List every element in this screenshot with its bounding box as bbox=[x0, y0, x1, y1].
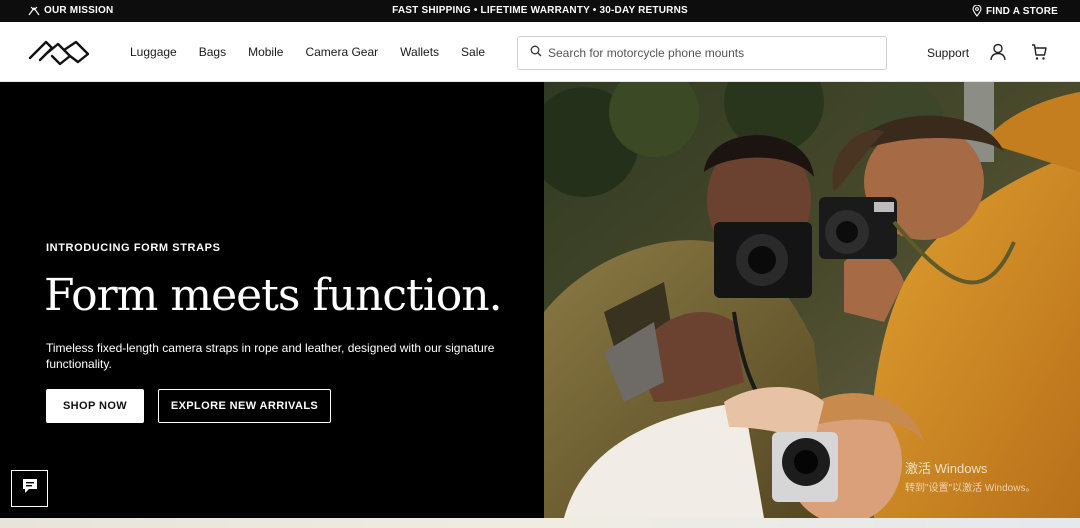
os-taskbar-strip bbox=[0, 518, 1080, 528]
site-header: Luggage Bags Mobile Camera Gear Wallets … bbox=[0, 22, 1080, 82]
explore-new-arrivals-button[interactable]: EXPLORE NEW ARRIVALS bbox=[158, 389, 331, 423]
find-store-link[interactable]: FIND A STORE bbox=[972, 5, 1058, 17]
hero-eyebrow: INTRODUCING FORM STRAPS bbox=[46, 242, 221, 254]
watermark-line2: 转到"设置"以激活 Windows。 bbox=[905, 483, 1036, 494]
nav-item-bags[interactable]: Bags bbox=[199, 45, 226, 59]
main-nav: Luggage Bags Mobile Camera Gear Wallets … bbox=[130, 45, 507, 59]
hero-image bbox=[544, 82, 1080, 518]
nav-item-sale[interactable]: Sale bbox=[461, 45, 485, 59]
watermark-line1: 激活 Windows bbox=[905, 461, 988, 476]
hero-section: INTRODUCING FORM STRAPS Form meets funct… bbox=[0, 82, 1080, 518]
windows-activation-watermark: 激活 Windows 转到"设置"以激活 Windows。 bbox=[905, 458, 1035, 494]
shop-now-button[interactable]: SHOP NOW bbox=[46, 389, 144, 423]
search-box[interactable] bbox=[517, 36, 887, 70]
search-icon bbox=[530, 44, 542, 62]
nav-item-wallets[interactable]: Wallets bbox=[400, 45, 439, 59]
search-input[interactable] bbox=[548, 46, 878, 60]
nav-item-luggage[interactable]: Luggage bbox=[130, 45, 177, 59]
chat-widget-button[interactable] bbox=[11, 470, 48, 507]
hero-description: Timeless fixed-length camera straps in r… bbox=[46, 341, 495, 371]
find-store-label: FIND A STORE bbox=[985, 5, 1058, 17]
hero-text-panel: INTRODUCING FORM STRAPS Form meets funct… bbox=[0, 82, 544, 518]
logo-mark[interactable] bbox=[28, 38, 90, 66]
announcement-bar: OUR MISSION FAST SHIPPING • LIFETIME WAR… bbox=[0, 0, 1080, 22]
support-link[interactable]: Support bbox=[927, 46, 969, 60]
account-icon[interactable] bbox=[990, 43, 1006, 66]
location-pin-icon bbox=[972, 5, 982, 17]
nav-item-camera-gear[interactable]: Camera Gear bbox=[305, 45, 378, 59]
chat-icon bbox=[21, 477, 39, 500]
nav-item-mobile[interactable]: Mobile bbox=[248, 45, 283, 59]
hero-headline: Form meets function. bbox=[44, 270, 503, 321]
promo-text: FAST SHIPPING • LIFETIME WARRANTY • 30-D… bbox=[392, 5, 688, 16]
cart-icon[interactable] bbox=[1031, 43, 1047, 66]
